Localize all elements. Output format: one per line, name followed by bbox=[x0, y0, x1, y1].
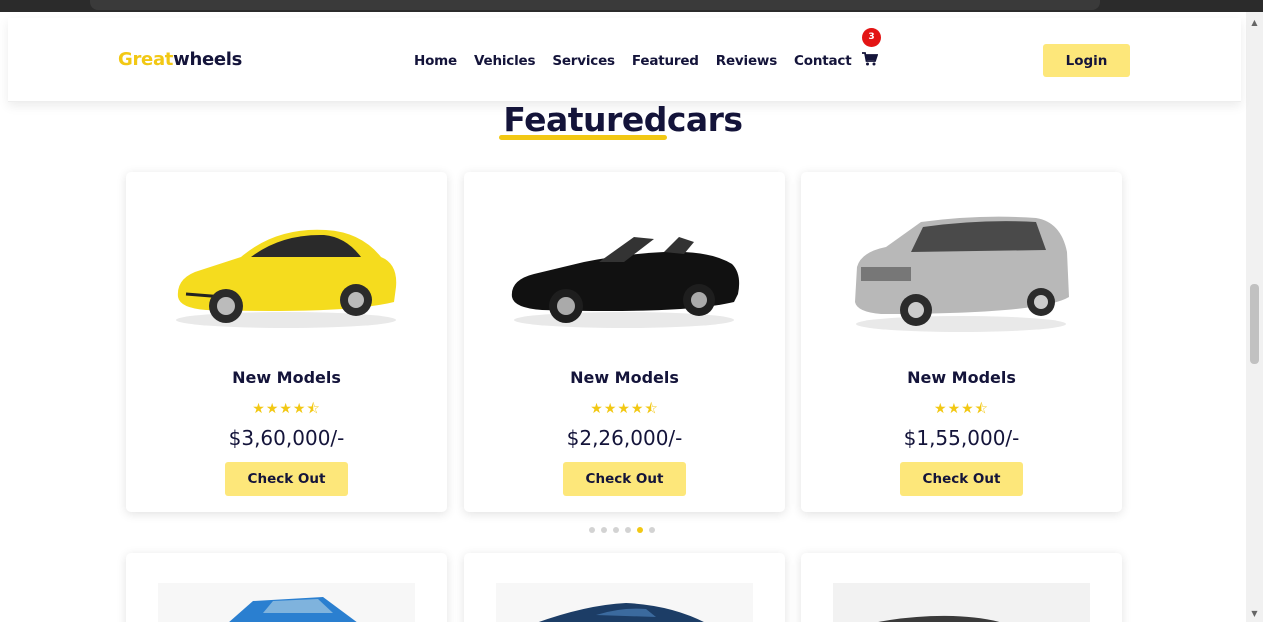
check-out-button[interactable]: Check Out bbox=[900, 462, 1023, 496]
silver-suv-car-image bbox=[855, 216, 1069, 332]
page-scrollbar[interactable]: ▲ ▼ bbox=[1246, 12, 1263, 622]
logo-main-text: wheels bbox=[173, 49, 243, 70]
card-model-title: New Models bbox=[907, 368, 1016, 387]
main-nav: Home Vehicles Services Featured Reviews … bbox=[414, 53, 868, 69]
section-title: Featuredcars bbox=[503, 100, 743, 139]
address-bar-edge bbox=[90, 0, 1100, 10]
scroll-up-arrow-icon[interactable]: ▲ bbox=[1246, 14, 1263, 31]
card-model-title: New Models bbox=[232, 368, 341, 387]
yellow-sports-car-image bbox=[176, 229, 397, 328]
nav-link-reviews[interactable]: Reviews bbox=[716, 53, 777, 69]
car-card bbox=[801, 553, 1122, 622]
nav-link-featured[interactable]: Featured bbox=[632, 53, 699, 69]
carousel-dot[interactable] bbox=[649, 527, 655, 533]
blue-classic-car-image bbox=[158, 583, 415, 622]
check-out-button[interactable]: Check Out bbox=[225, 462, 348, 496]
navbar: Greatwheels Home Vehicles Services Featu… bbox=[8, 18, 1241, 102]
card-price: $3,60,000/- bbox=[228, 426, 345, 450]
scrollbar-thumb[interactable] bbox=[1250, 284, 1259, 364]
shopping-cart-icon[interactable] bbox=[862, 52, 878, 66]
carousel-dot[interactable] bbox=[625, 527, 631, 533]
nav-link-home[interactable]: Home bbox=[414, 53, 457, 69]
rating-stars-icon: ★★★⯪ bbox=[934, 401, 989, 417]
card-model-title: New Models bbox=[570, 368, 679, 387]
scroll-down-arrow-icon[interactable]: ▼ bbox=[1246, 605, 1263, 622]
rating-stars-icon: ★★★★⯪ bbox=[590, 401, 659, 417]
site-logo[interactable]: Greatwheels bbox=[118, 49, 242, 70]
car-card bbox=[464, 553, 785, 622]
dark-car-image bbox=[833, 583, 1090, 622]
title-underline bbox=[499, 135, 667, 140]
car-card: New Models ★★★⯪ $1,55,000/- Check Out bbox=[801, 172, 1122, 512]
carousel-dot[interactable] bbox=[613, 527, 619, 533]
login-button[interactable]: Login bbox=[1043, 44, 1130, 77]
logo-accent-text: Great bbox=[118, 49, 174, 70]
nav-link-services[interactable]: Services bbox=[552, 53, 615, 69]
card-price: $2,26,000/- bbox=[566, 426, 683, 450]
car-card: New Models ★★★★⯪ $3,60,000/- Check Out bbox=[126, 172, 447, 512]
browser-chrome-bar bbox=[0, 0, 1263, 12]
blue-sports-car-image bbox=[496, 583, 753, 622]
carousel-dot[interactable] bbox=[601, 527, 607, 533]
nav-link-vehicles[interactable]: Vehicles bbox=[474, 53, 536, 69]
car-card bbox=[126, 553, 447, 622]
carousel-pagination bbox=[589, 527, 655, 533]
car-card: New Models ★★★★⯪ $2,26,000/- Check Out bbox=[464, 172, 785, 512]
cart-count-badge: 3 bbox=[862, 28, 881, 47]
check-out-button[interactable]: Check Out bbox=[563, 462, 686, 496]
nav-link-contact[interactable]: Contact bbox=[794, 53, 852, 69]
card-price: $1,55,000/- bbox=[903, 426, 1020, 450]
black-convertible-car-image bbox=[511, 237, 740, 328]
rating-stars-icon: ★★★★⯪ bbox=[252, 401, 321, 417]
carousel-dot[interactable] bbox=[589, 527, 595, 533]
carousel-dot-active[interactable] bbox=[637, 527, 643, 533]
